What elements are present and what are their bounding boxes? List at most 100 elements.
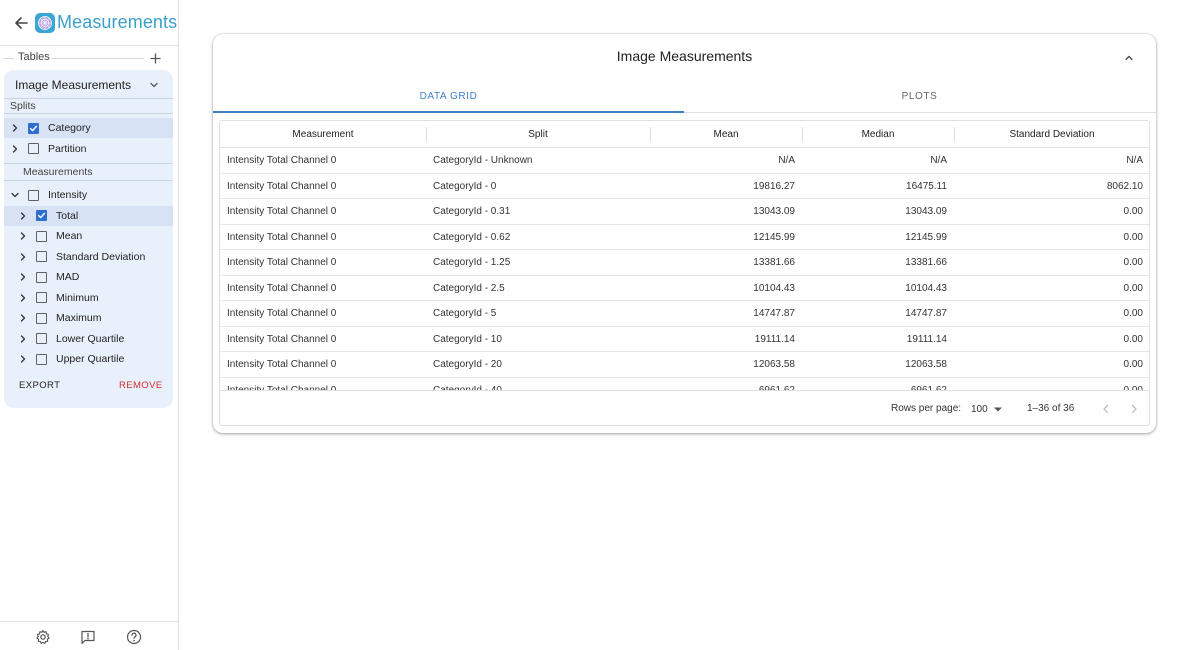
chevron-down-icon[interactable] (148, 79, 160, 91)
chevron-right-icon[interactable] (18, 313, 28, 323)
app-logo-icon (35, 12, 55, 33)
checkbox[interactable] (36, 333, 47, 344)
table-row[interactable]: Intensity Total Channel 0 CategoryId - 2.… (220, 276, 1149, 301)
table-row[interactable]: Intensity Total Channel 0 CategoryId - 5 1… (220, 301, 1149, 327)
add-table-button[interactable] (148, 50, 162, 66)
chevron-right-icon[interactable] (18, 272, 28, 282)
checkbox[interactable] (28, 143, 39, 154)
tab-bar: DATA GRID PLOTS (213, 80, 1156, 113)
chevron-right-icon[interactable] (18, 252, 28, 262)
chevron-down-icon[interactable] (10, 190, 20, 200)
checkbox[interactable] (28, 189, 39, 201)
feedback-icon[interactable] (80, 629, 96, 645)
table-cell: CategoryId - 0.31 (433, 206, 511, 217)
table-cell: Intensity Total Channel 0 (227, 155, 337, 166)
table-row[interactable]: Intensity Total Channel 0 CategoryId - 10… (220, 327, 1149, 352)
column-separator[interactable] (426, 127, 427, 142)
column-header[interactable]: Mean (650, 121, 802, 148)
split-row[interactable]: Category (4, 118, 173, 138)
column-header[interactable]: Split (426, 121, 650, 148)
table-cell: 0.00 (1123, 282, 1143, 294)
checkbox[interactable] (36, 312, 47, 324)
chevron-right-icon[interactable] (18, 293, 28, 303)
measurements-card: Image Measurements DATA GRID PLOTS Measu… (213, 34, 1156, 433)
remove-button[interactable]: REMOVE (119, 380, 163, 391)
split-label: Partition (48, 142, 87, 155)
help-icon[interactable] (126, 629, 142, 645)
measurement-label: Total (56, 209, 79, 222)
rows-per-page-select[interactable]: 100 (971, 401, 1005, 417)
table-card-header[interactable]: Image Measurements (4, 70, 173, 98)
table-row[interactable]: Intensity Total Channel 0 CategoryId - 20… (220, 352, 1149, 378)
tab-data-grid[interactable]: DATA GRID (213, 80, 684, 113)
chevron-right-icon[interactable] (18, 231, 28, 241)
table-row[interactable]: Intensity Total Channel 0 CategoryId - 40… (220, 378, 1149, 391)
chevron-right-icon[interactable] (18, 211, 28, 221)
caret-down-icon (993, 407, 1002, 412)
checkbox[interactable] (28, 122, 39, 134)
column-separator[interactable] (802, 127, 803, 142)
back-arrow-icon[interactable] (12, 14, 30, 32)
measurement-row[interactable]: Maximum (4, 308, 173, 328)
column-header[interactable]: Standard Deviation (954, 121, 1149, 148)
table-cell: 0.00 (1123, 333, 1143, 345)
column-header[interactable]: Median (802, 121, 954, 148)
measurement-row[interactable]: Upper Quartile (4, 349, 173, 369)
checkbox[interactable] (36, 230, 47, 242)
measurement-row[interactable]: Standard Deviation (4, 247, 173, 267)
chevron-up-icon[interactable] (1123, 52, 1135, 64)
table-row[interactable]: Intensity Total Channel 0 CategoryId - 0.… (220, 225, 1149, 250)
measurement-row[interactable]: MAD (4, 267, 173, 287)
chevron-right-icon[interactable] (10, 144, 20, 154)
grid-body[interactable]: Intensity Total Channel 0 CategoryId - Un… (220, 148, 1149, 391)
chevron-right-icon[interactable] (18, 354, 28, 364)
table-cell: 12145.99 (905, 231, 947, 243)
divider (4, 98, 173, 99)
table-row[interactable]: Intensity Total Channel 0 CategoryId - 0 1… (220, 174, 1149, 199)
settings-icon[interactable] (35, 629, 51, 645)
measurement-label: Minimum (56, 291, 99, 304)
measurement-row[interactable]: Minimum (4, 288, 173, 308)
measurement-row[interactable]: Mean (4, 226, 173, 246)
measurement-label: Standard Deviation (56, 250, 146, 263)
measurements-label: Measurements (23, 166, 93, 178)
table-cell: CategoryId - 20 (433, 359, 502, 370)
table-cell: Intensity Total Channel 0 (227, 180, 337, 192)
chevron-right-icon[interactable] (10, 123, 20, 133)
checkbox[interactable] (36, 292, 47, 303)
chevron-right-icon[interactable] (18, 334, 28, 344)
table-cell: CategoryId - 5 (433, 308, 497, 319)
table-row[interactable]: Intensity Total Channel 0 CategoryId - 1.… (220, 250, 1149, 276)
checkbox[interactable] (36, 353, 47, 365)
export-button[interactable]: EXPORT (19, 380, 60, 391)
table-cell: 8062.10 (1106, 180, 1143, 192)
table-cell: CategoryId - 10 (433, 333, 502, 345)
chevron-right-icon[interactable] (1128, 402, 1140, 416)
rows-per-page-label: Rows per page: (891, 403, 962, 414)
measurement-row[interactable]: Total (4, 205, 173, 226)
measurement-row[interactable]: Lower Quartile (4, 329, 173, 349)
table-card: Image Measurements Splits Category Partit… (4, 70, 173, 408)
divider (4, 58, 14, 59)
table-cell: 16475.11 (906, 180, 947, 192)
table-row[interactable]: Intensity Total Channel 0 CategoryId - 0.… (220, 199, 1149, 225)
column-separator[interactable] (954, 127, 955, 142)
table-cell: Intensity Total Channel 0 (227, 257, 337, 268)
table-cell: 12063.58 (905, 359, 947, 370)
checkbox[interactable] (36, 251, 47, 262)
split-label: Category (48, 122, 91, 134)
checkbox[interactable] (36, 271, 47, 283)
checkbox[interactable] (36, 210, 47, 221)
chevron-left-icon[interactable] (1100, 402, 1112, 416)
page-range: 1–36 of 36 (1027, 403, 1075, 414)
table-row[interactable]: Intensity Total Channel 0 CategoryId - Un… (220, 148, 1149, 174)
split-row[interactable]: Partition (4, 139, 173, 159)
measurement-label: Lower Quartile (56, 332, 125, 345)
column-separator[interactable] (650, 127, 651, 142)
tab-plots[interactable]: PLOTS (684, 80, 1155, 113)
measurement-row[interactable]: Intensity (4, 185, 173, 205)
table-cell: Intensity Total Channel 0 (227, 282, 337, 294)
table-cell: CategoryId - Unknown (433, 155, 533, 166)
sidebar: Measurements Tables Image Measurements S… (0, 0, 179, 650)
column-header[interactable]: Measurement (220, 121, 426, 148)
